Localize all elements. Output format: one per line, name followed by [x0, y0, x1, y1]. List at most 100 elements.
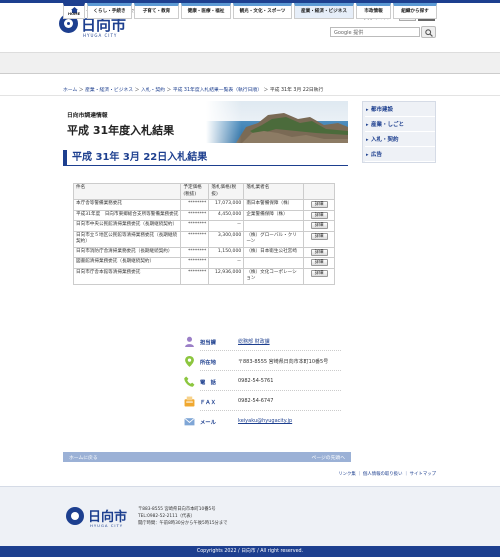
table-row: 平成31年度 日向市東郷総合支所等警備業務委託 ******** 4,450,000…	[72, 209, 335, 221]
location-pin-icon	[185, 356, 194, 367]
table-header-row: 件名 予定価格(税抜) 落札価格(税抜) 落札業者名	[72, 183, 335, 200]
nav-item-industry[interactable]: 産業・経済・ビジネス	[294, 3, 354, 19]
breadcrumb-link-home[interactable]: ホーム	[63, 88, 77, 93]
detail-button[interactable]: 詳細	[310, 232, 328, 240]
cell-name: 日向市立５地区公民館等清掃業務委託（長期継続契約）	[72, 230, 182, 248]
col-header-winning-price: 落札価格(税抜)	[208, 183, 245, 200]
side-nav: 都市建設 産業・しごと 入札・契約 広告	[362, 101, 436, 163]
footer-logo-subtext: HYUGA CITY	[90, 523, 124, 528]
cell-detail: 詳細	[303, 257, 335, 269]
page-title: 平成 31年 3月 22日入札結果	[63, 150, 348, 166]
cell-name: 平成31年度 日向市東郷総合支所等警備業務委託	[72, 209, 182, 221]
cell-planned-price: ********	[180, 220, 210, 232]
banner-title: 平成 31年度入札結果	[67, 124, 175, 137]
contact-info: 担当課 総務部 財政課 所在地 〒883-8555 宮崎県日向市本町10番5号 …	[176, 333, 341, 433]
person-icon	[185, 336, 194, 347]
search-input[interactable]: Google 提供	[330, 27, 420, 37]
nav-item-tourism[interactable]: 観光・文化・スポーツ	[233, 3, 292, 19]
side-item-industry[interactable]: 産業・しごと	[365, 119, 435, 132]
cell-name: 日向市消防庁舎清掃業務委託（長期継続契約）	[72, 246, 182, 258]
table-row: 図書館清掃業務委託（長期継続契約） ******** － 詳細	[72, 257, 335, 269]
divider	[200, 350, 341, 351]
table-row: 日向市消防庁舎清掃業務委託（長期継続契約） ******** 1,150,000 （株…	[72, 246, 335, 258]
nav-item-citygov[interactable]: 市政情報	[356, 3, 391, 19]
cell-vendor: （株）グローバル・クリーン	[243, 230, 305, 248]
cell-name: 本庁舎等警備業務委託	[72, 199, 182, 211]
col-header-planned-price: 予定価格(税抜)	[180, 183, 210, 200]
cell-planned-price: ********	[180, 246, 210, 258]
cell-winning-price: 17,073,000	[208, 199, 245, 211]
cell-detail: 詳細	[303, 246, 335, 258]
search-button[interactable]	[421, 26, 436, 38]
cell-detail: 詳細	[303, 267, 335, 285]
footer-hours: 開庁時間：午前8時30分から午後5時15分まで	[138, 520, 228, 526]
logo-subtext: HYUGA CITY	[83, 33, 118, 38]
side-item-bidding[interactable]: 入札・契約	[365, 134, 435, 147]
cell-detail: 詳細	[303, 209, 335, 221]
breadcrumb-link-results-list[interactable]: 平成 31年度入札結果一覧表（執行日順）	[173, 88, 262, 93]
contact-dept-link[interactable]: 総務部 財政課	[238, 338, 270, 345]
nav-home[interactable]: HOME	[63, 3, 85, 19]
cell-name: 日向市中央公民館清掃業務委託（長期継続契約）	[72, 220, 182, 232]
table-row: 本庁舎等警備業務委託 ******** 17,073,000 南日本警備保障（株） 詳細	[72, 199, 335, 211]
table-row: 日向市立５地区公民館等清掃業務委託（長期継続契約） ******** 3,300,0…	[72, 230, 335, 248]
breadcrumb-current: 平成 31年 3月 22日執行	[269, 88, 324, 93]
contact-phone-row: 電 話 0982-54-5761	[176, 373, 341, 391]
contact-fax-row: ＦＡＸ 0982-54-6747	[176, 393, 341, 411]
cell-planned-price: ********	[180, 199, 210, 211]
search-icon	[425, 29, 433, 37]
contact-phone-value: 0982-54-5761	[238, 378, 274, 384]
cell-vendor	[243, 257, 305, 269]
footer-sublinks[interactable]: リンク集 ｜ 個人情報の取り扱い ｜ サイトマップ	[338, 471, 436, 477]
side-item-ads[interactable]: 広告	[365, 149, 435, 162]
breadcrumb-link-bidding[interactable]: 入札・契約	[141, 88, 165, 93]
cell-detail: 詳細	[303, 199, 335, 211]
detail-button[interactable]: 詳細	[310, 259, 328, 266]
detail-button[interactable]: 詳細	[310, 222, 328, 229]
back-to-home-link[interactable]: ホームに戻る	[69, 454, 98, 461]
nav-item-organization[interactable]: 組織から探す	[393, 3, 437, 19]
detail-button[interactable]: 詳細	[310, 211, 328, 219]
page-nav-bar: ホームに戻る ページの先頭へ	[63, 452, 351, 462]
contact-address-row: 所在地 〒883-8555 宮崎県日向市本町10番5号	[176, 353, 341, 371]
contact-fax-value: 0982-54-6747	[238, 398, 274, 404]
nav-item-health[interactable]: 健康・医療・福祉	[181, 3, 231, 19]
cell-planned-price: ********	[180, 209, 210, 221]
side-item-urban[interactable]: 都市建設	[365, 104, 435, 117]
cell-vendor: （株）日本衛生公社宮崎	[243, 246, 305, 258]
contact-phone-label: 電 話	[200, 380, 216, 386]
nav-item-childcare[interactable]: 子育て・教育	[134, 3, 179, 19]
banner-category: 日向市調達情報	[67, 113, 108, 119]
detail-button[interactable]: 詳細	[310, 269, 328, 277]
cell-detail: 詳細	[303, 230, 335, 248]
cell-vendor: 南日本警備保障（株）	[243, 199, 305, 211]
detail-button[interactable]: 詳細	[310, 248, 328, 256]
footer-address-block: 〒883-8555 宮崎県日向市本町10番5号 TEL:0982-52-2111…	[138, 507, 227, 527]
copyright: Copyrights 2022 / 日向市 / All right reserv…	[0, 546, 500, 557]
cell-winning-price: －	[208, 257, 245, 269]
search-placeholder: Google 提供	[334, 30, 364, 36]
divider	[200, 410, 341, 411]
cell-vendor: 企業警備保障（株）	[243, 209, 305, 221]
divider	[200, 390, 341, 391]
cell-planned-price: ********	[180, 267, 210, 285]
mail-icon	[184, 417, 195, 426]
breadcrumb-link-industry[interactable]: 産業・経済・ビジネス	[85, 88, 133, 93]
divider	[200, 370, 341, 371]
table-row: 日向市庁舎本館等清掃業務委託 ******** 12,936,000 （株）文化コーポ…	[72, 267, 335, 285]
cell-vendor: （株）文化コーポレーション	[243, 267, 305, 285]
cell-vendor	[243, 220, 305, 232]
cell-planned-price: ********	[180, 257, 210, 269]
col-header-detail	[303, 183, 335, 200]
page-banner: 日向市調達情報 平成 31年度入札結果	[63, 101, 348, 143]
cell-name: 日向市庁舎本館等清掃業務委託	[72, 267, 182, 285]
contact-mail-link[interactable]: keiyaku@hyugacity.jp	[238, 418, 292, 424]
cell-detail: 詳細	[303, 220, 335, 232]
page-top-link[interactable]: ページの先頭へ	[312, 454, 345, 461]
contact-fax-label: ＦＡＸ	[200, 400, 216, 406]
cell-planned-price: ********	[180, 230, 210, 248]
nav-item-living[interactable]: くらし・手続き	[87, 3, 132, 19]
fax-icon	[184, 396, 195, 407]
site-footer: 日向市 HYUGA CITY 〒883-8555 宮崎県日向市本町10番5号 T…	[0, 486, 500, 546]
detail-button[interactable]: 詳細	[310, 201, 328, 208]
